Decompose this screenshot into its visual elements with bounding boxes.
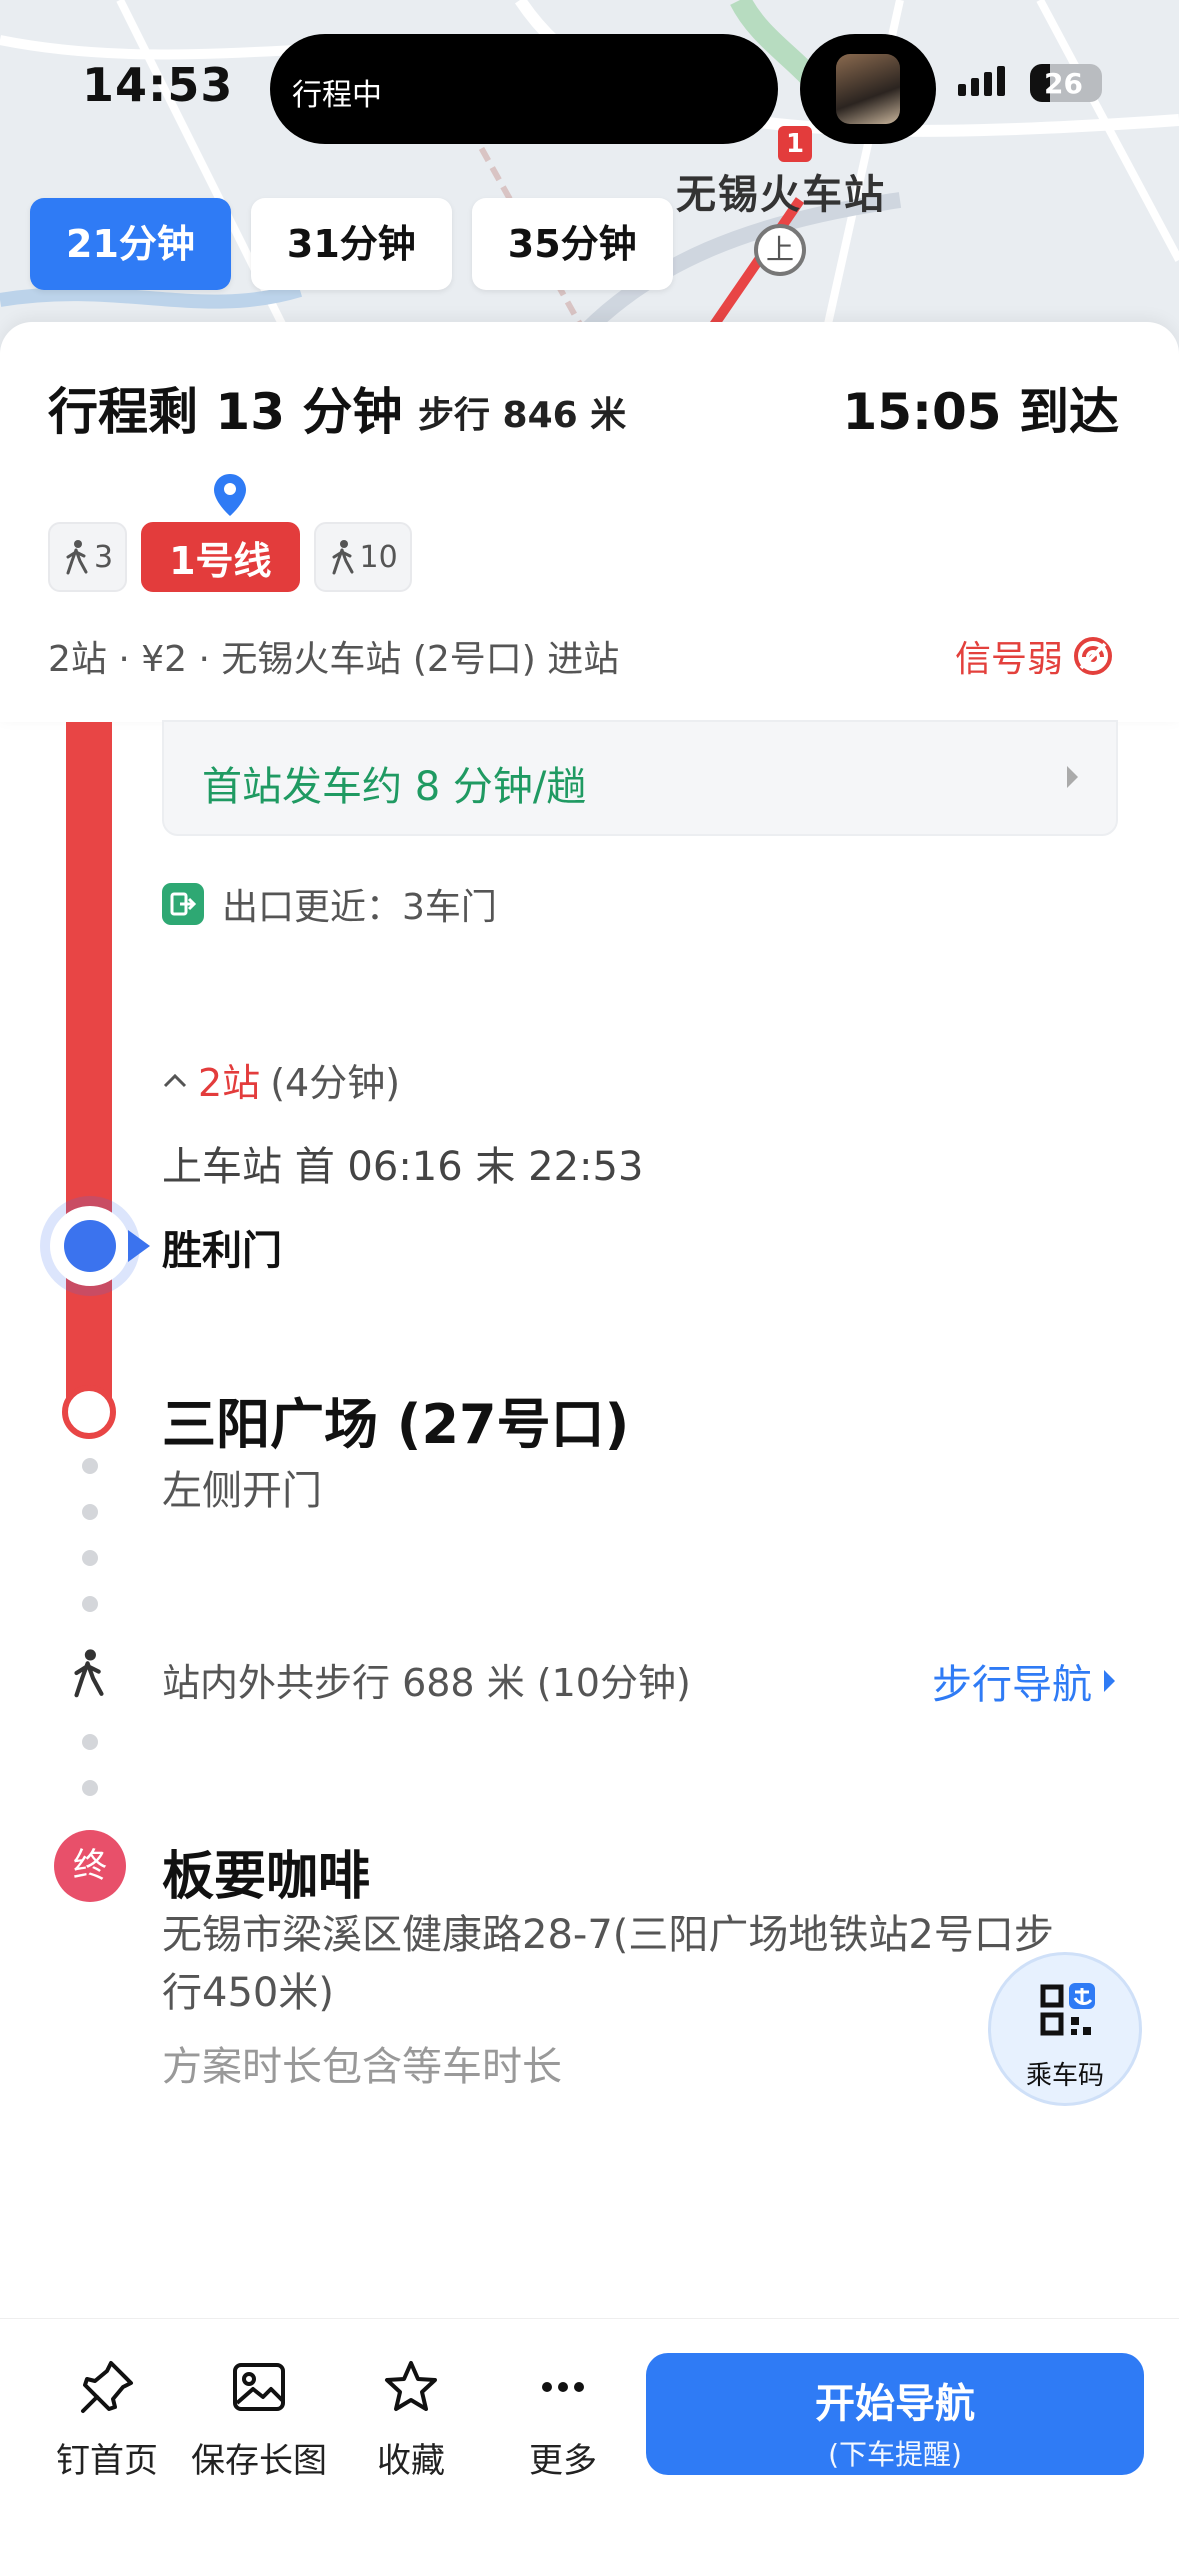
map-station-label: 无锡火车站 — [676, 172, 886, 218]
chevron-right-icon — [1067, 766, 1078, 788]
exit-tip-text: 出口更近：3车门 — [222, 887, 497, 928]
walk-path-dot — [82, 1596, 98, 1612]
location-pin-icon — [214, 474, 246, 516]
walk-path-dot — [82, 1734, 98, 1750]
exit-tip: 出口更近：3车门 — [162, 878, 497, 930]
destination-badge: 终 — [54, 1830, 126, 1902]
metro-line-track — [66, 722, 112, 1412]
trip-walk-distance: 步行 846 米 — [418, 395, 627, 436]
dynamic-island[interactable]: 行程中 — [270, 34, 778, 144]
boarding-station: 胜利门 — [162, 1228, 282, 1274]
map-boarding-marker: 上 — [754, 224, 806, 276]
walk-icon — [74, 1649, 104, 1698]
metro-line-chip: 1号线 — [141, 522, 300, 592]
frequency-info[interactable]: 首站发车约 8 分钟/趟 — [162, 720, 1118, 836]
chevron-right-icon — [1104, 1670, 1115, 1692]
favorite-label: 收藏 — [377, 2441, 445, 2481]
bottom-action-bar: 钉首页 保存长图 收藏 更多 开始导航 (下车提醒) — [0, 2318, 1179, 2556]
route-option-1[interactable]: 21分钟 — [30, 198, 231, 290]
weak-signal-icon — [1074, 637, 1112, 675]
walk-segment-chip-2: 10 — [313, 522, 412, 592]
pin-to-home-button[interactable]: 钉首页 — [32, 2349, 182, 2482]
walk-path-dot — [82, 1458, 98, 1474]
destination-name: 板要咖啡 — [162, 1847, 371, 1907]
ride-code-button[interactable]: 乘车码 — [988, 1952, 1142, 2106]
boarding-service-times: 上车站 首 06:16 末 22:53 — [162, 1144, 644, 1190]
island-media-avatar[interactable] — [800, 34, 936, 144]
current-position-dot — [64, 1220, 116, 1272]
battery-icon: 26 — [1030, 64, 1102, 102]
signal-weak-indicator[interactable]: 信号弱 — [955, 630, 1113, 682]
trip-remaining-time: 行程剩 13 分钟 — [48, 383, 403, 441]
walk-summary: 站内外共步行 688 米 (10分钟) — [162, 1661, 691, 1705]
stops-count-value: 2站 — [198, 1061, 261, 1105]
status-time: 14:53 — [82, 58, 234, 112]
alight-door-side: 左侧开门 — [162, 1468, 322, 1514]
stops-duration: (4分钟) — [270, 1061, 401, 1105]
save-long-image-button[interactable]: 保存长图 — [184, 2349, 334, 2482]
trip-info: 2站 · ¥2 · 无锡火车站 (2号口) 进站 — [48, 639, 620, 680]
route-options: 21分钟 31分钟 35分钟 — [30, 198, 673, 290]
walk-icon — [332, 540, 354, 575]
avatar — [836, 54, 900, 124]
walk-navigation-label: 步行导航 — [932, 1662, 1092, 1708]
arrival-time: 15:05 到达 — [842, 383, 1119, 441]
pin-to-home-label: 钉首页 — [56, 2441, 158, 2481]
walk-segment-minutes: 3 — [94, 539, 114, 575]
frequency-text: 首站发车约 8 分钟/趟 — [202, 764, 587, 810]
alight-station-dot — [62, 1385, 116, 1439]
qr-code-icon — [1040, 1983, 1095, 2036]
more-label: 更多 — [529, 2441, 597, 2481]
stops-toggle[interactable]: 2站 (4分钟) — [162, 1052, 400, 1107]
start-navigation-button[interactable]: 开始导航 (下车提醒) — [646, 2353, 1144, 2475]
cellular-signal-icon — [958, 66, 1005, 96]
save-long-image-label: 保存长图 — [191, 2441, 327, 2481]
route-option-3[interactable]: 35分钟 — [471, 198, 673, 290]
more-icon — [542, 2382, 584, 2392]
island-trip-status: 行程中 — [292, 78, 382, 113]
walk-segment-minutes-2: 10 — [359, 539, 398, 575]
walk-path-dot — [82, 1504, 98, 1520]
exit-icon — [162, 883, 204, 925]
route-segments: 3 1号线 10 — [48, 522, 412, 592]
star-icon — [385, 2361, 437, 2411]
more-button[interactable]: 更多 — [488, 2349, 638, 2482]
walk-path-dot — [82, 1780, 98, 1796]
favorite-button[interactable]: 收藏 — [336, 2349, 486, 2482]
start-navigation-sublabel: (下车提醒) — [828, 2438, 962, 2471]
walk-path-dot — [82, 1550, 98, 1566]
start-navigation-label: 开始导航 — [815, 2381, 975, 2427]
battery-level: 26 — [1044, 67, 1083, 100]
pin-icon — [81, 2361, 133, 2413]
walk-segment-chip: 3 — [48, 522, 128, 592]
destination-address: 无锡市梁溪区健康路28-7(三阳广场地铁站2号口步行450米) — [162, 1912, 1054, 2016]
metro-line-badge: 1 — [778, 126, 812, 162]
image-icon — [233, 2363, 285, 2411]
walk-navigation-link[interactable]: 步行导航 — [932, 1652, 1115, 1710]
signal-weak-label: 信号弱 — [954, 639, 1063, 680]
alight-station: 三阳广场 (27号口) — [162, 1393, 630, 1456]
direction-arrow-icon — [128, 1230, 150, 1262]
trip-summary-card: 行程剩 13 分钟 步行 846 米 15:05 到达 3 1号线 10 2站 … — [0, 322, 1179, 722]
duration-note: 方案时长包含等车时长 — [162, 2044, 562, 2090]
ride-code-label: 乘车码 — [1025, 2061, 1104, 2091]
route-option-2[interactable]: 31分钟 — [250, 198, 452, 290]
walk-icon — [66, 540, 88, 575]
chevron-up-icon — [163, 1073, 187, 1087]
